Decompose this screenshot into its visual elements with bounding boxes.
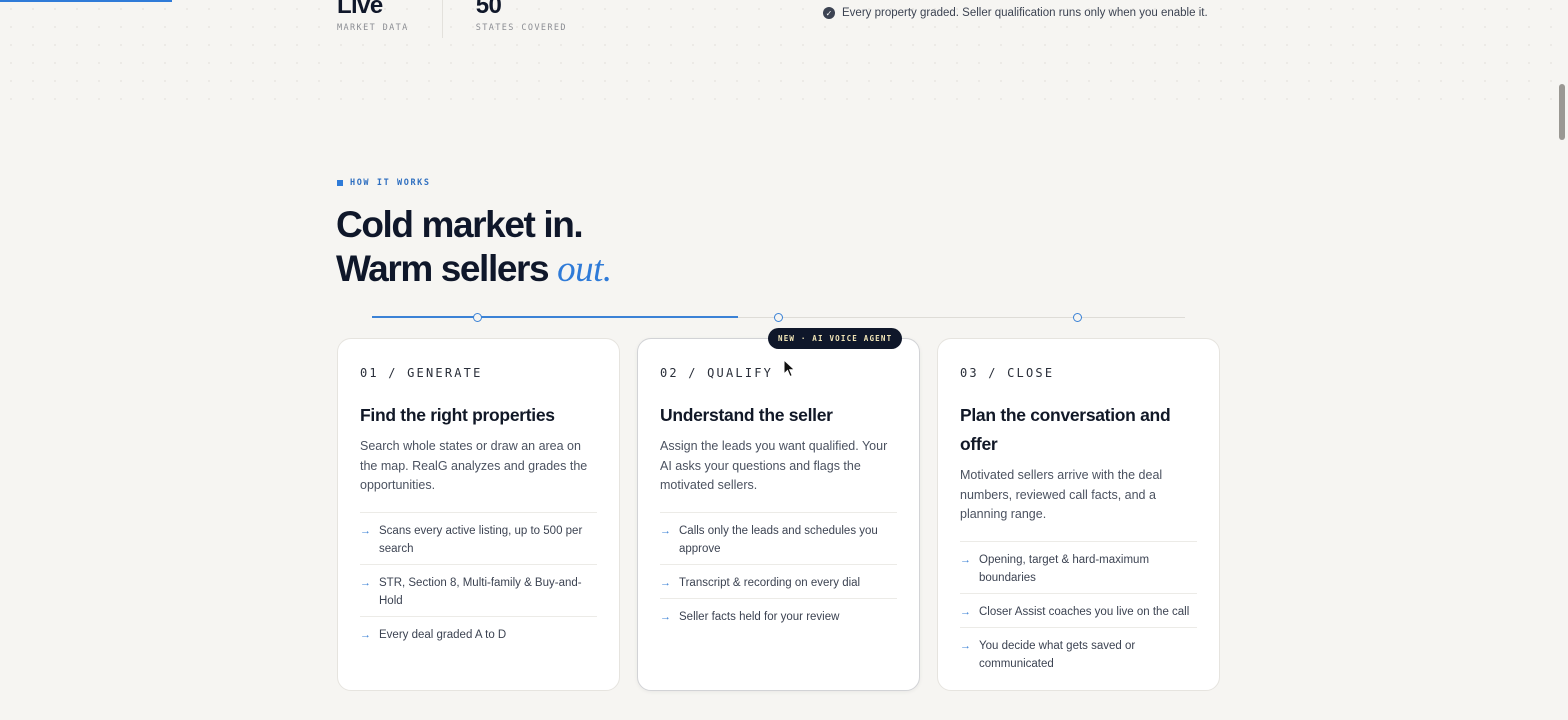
step-label: 01 / GENERATE	[360, 366, 483, 380]
list-item: → Transcript & recording on every dial	[660, 565, 897, 599]
card-title: Find the right properties	[360, 405, 555, 425]
list-item: → Scans every active listing, up to 500 p…	[360, 513, 597, 565]
mouse-pointer-icon	[783, 359, 796, 378]
card-title: Plan the conversation and offer	[960, 405, 1171, 454]
arrow-right-icon: →	[660, 576, 671, 589]
list-item: → Closer Assist coaches you live on the c…	[960, 594, 1197, 628]
step-card-close: 03 / CLOSE Plan the conversation and off…	[937, 338, 1220, 691]
arrow-right-icon: →	[360, 628, 371, 641]
page-scrollbar[interactable]	[1556, 0, 1568, 720]
feature-text: Transcript & recording on every dial	[679, 576, 861, 589]
card-title: Understand the seller	[660, 405, 833, 425]
stat-market-data: Live MARKET DATA	[337, 0, 443, 38]
feature-text: Scans every active listing, up to 500 pe…	[379, 524, 583, 555]
arrow-right-icon: →	[960, 605, 971, 618]
feature-list: → Calls only the leads and schedules you …	[660, 513, 897, 632]
heading-line-1: Cold market in.	[336, 204, 584, 245]
step-card-qualify: 02 / QUALIFY Understand the seller Assig…	[637, 338, 920, 691]
stat-label: STATES COVERED	[475, 23, 567, 33]
feature-text: Every deal graded A to D	[379, 628, 507, 641]
arrow-right-icon: →	[660, 524, 671, 537]
list-item: → Every deal graded A to D	[360, 617, 597, 650]
ai-voice-agent-badge: NEW · AI VOICE AGENT	[768, 328, 903, 349]
stat-value: 50	[475, 0, 502, 19]
feature-text: Seller facts held for your review	[679, 610, 840, 623]
feature-list: → Scans every active listing, up to 500 p…	[360, 513, 597, 650]
page-progress-bar	[0, 0, 172, 2]
arrow-right-icon: →	[660, 610, 671, 623]
arrow-right-icon: →	[960, 553, 971, 566]
eyebrow-text: HOW IT WORKS	[350, 178, 431, 188]
grading-note-text: Every property graded. Seller qualificat…	[842, 7, 1208, 19]
section-eyebrow: HOW IT WORKS	[337, 178, 431, 188]
timeline-node-2	[774, 313, 783, 322]
list-item: → Seller facts held for your review	[660, 599, 897, 632]
dotted-background	[0, 0, 1568, 110]
section-heading: Cold market in. Warm sellers out.	[336, 203, 612, 292]
feature-text: STR, Section 8, Multi-family & Buy-and-H…	[379, 576, 582, 607]
feature-text: You decide what gets saved or communicat…	[979, 639, 1136, 670]
step-label: 03 / CLOSE	[960, 366, 1055, 380]
feature-text: Closer Assist coaches you live on the ca…	[979, 605, 1190, 618]
timeline-node-3	[1073, 313, 1082, 322]
arrow-right-icon: →	[360, 524, 371, 537]
grading-note: ✓ Every property graded. Seller qualific…	[823, 7, 1208, 19]
step-card-generate: 01 / GENERATE Find the right properties …	[337, 338, 620, 691]
list-item: → STR, Section 8, Multi-family & Buy-and-…	[360, 565, 597, 617]
stat-states-covered: 50 STATES COVERED	[476, 0, 600, 38]
step-label: 02 / QUALIFY	[660, 366, 774, 380]
scrollbar-thumb[interactable]	[1559, 84, 1565, 140]
arrow-right-icon: →	[360, 576, 371, 589]
eyebrow-square-icon	[337, 180, 343, 186]
stats-row: Live MARKET DATA 50 STATES COVERED	[337, 0, 633, 38]
heading-accent: out.	[557, 249, 612, 290]
list-item: → Opening, target & hard-maximum boundari…	[960, 542, 1197, 594]
feature-text: Opening, target & hard-maximum boundarie…	[979, 553, 1150, 584]
feature-list: → Opening, target & hard-maximum boundari…	[960, 542, 1197, 679]
heading-line-2: Warm sellers	[336, 248, 558, 289]
timeline-progress	[372, 316, 738, 318]
list-item: → Calls only the leads and schedules you …	[660, 513, 897, 565]
card-description: Motivated sellers arrive with the deal n…	[960, 466, 1197, 542]
card-description: Search whole states or draw an area on t…	[360, 437, 597, 513]
card-description: Assign the leads you want qualified. You…	[660, 437, 897, 513]
check-circle-icon: ✓	[823, 7, 835, 19]
stat-label: MARKET DATA	[337, 23, 409, 33]
stat-value: Live	[337, 0, 383, 19]
feature-text: Calls only the leads and schedules you a…	[679, 524, 878, 555]
timeline-node-1	[473, 313, 482, 322]
arrow-right-icon: →	[960, 639, 971, 652]
list-item: → You decide what gets saved or communica…	[960, 628, 1197, 679]
